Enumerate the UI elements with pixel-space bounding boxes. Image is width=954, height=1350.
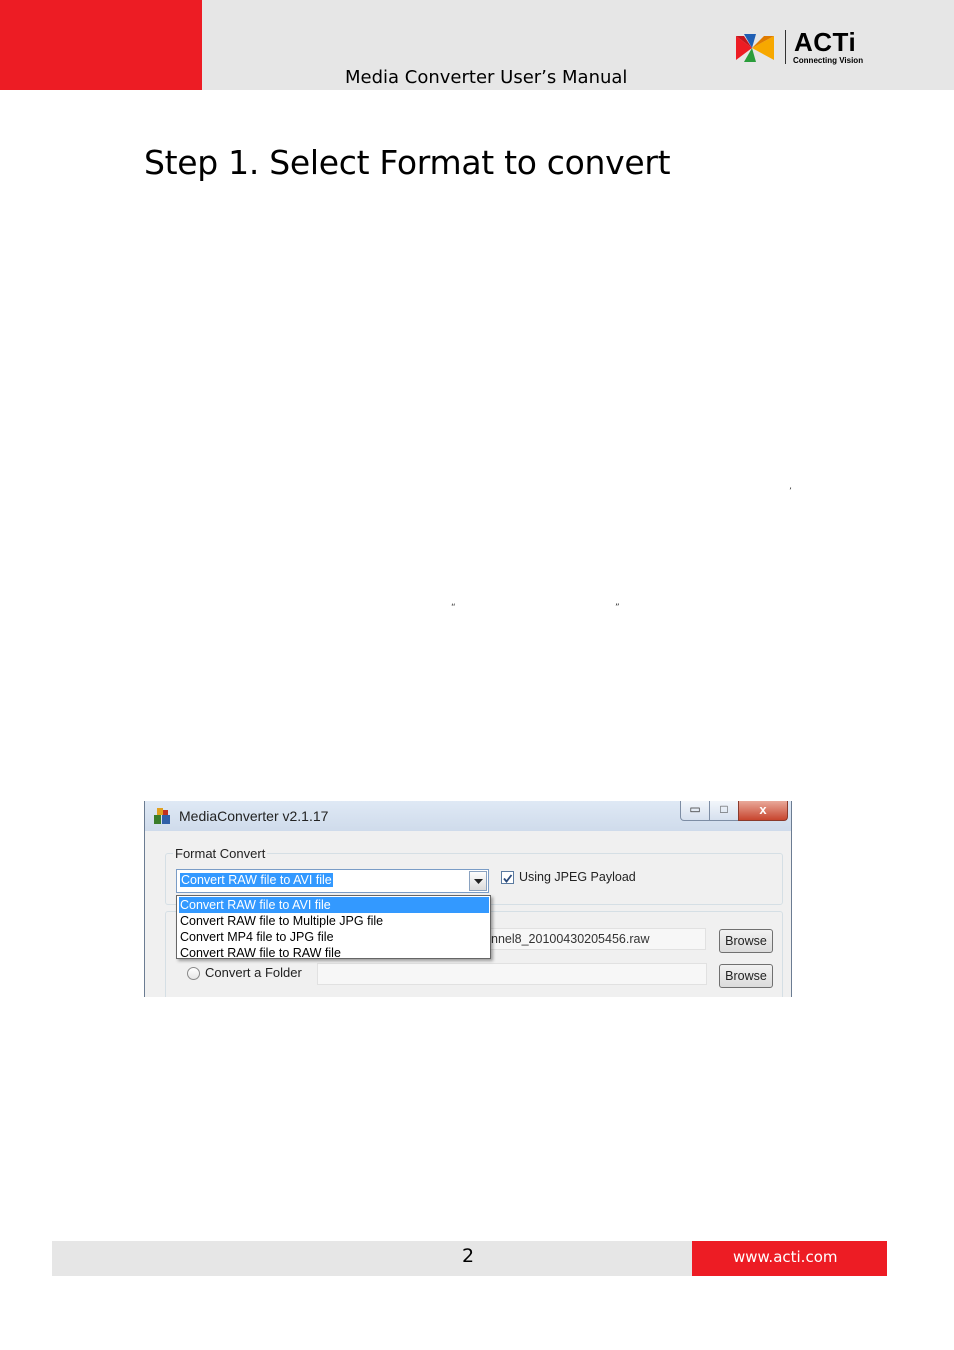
- logo-wordmark: ACTi: [794, 27, 857, 57]
- header-red-block: [0, 0, 202, 90]
- folder-path-field[interactable]: [317, 963, 707, 985]
- close-icon: x: [759, 802, 767, 817]
- browse-folder-button[interactable]: Browse: [719, 964, 773, 988]
- format-option-raw-to-raw[interactable]: Convert RAW file to RAW file: [179, 945, 489, 961]
- format-dropdown-list: Convert RAW file to AVI file Convert RAW…: [176, 895, 491, 961]
- format-select-dropdown-button[interactable]: [469, 871, 487, 891]
- browse-file-button[interactable]: Browse: [719, 929, 773, 953]
- source-file-path: nnel8_20100430205456.raw: [491, 932, 650, 946]
- window-titlebar[interactable]: MediaConverter v2.1.17 ▭ □ x: [145, 801, 791, 831]
- minimize-button[interactable]: ▭: [680, 801, 710, 821]
- footer-band: [52, 1241, 692, 1276]
- chevron-down-icon: [474, 879, 483, 884]
- format-option-raw-to-jpg[interactable]: Convert RAW file to Multiple JPG file: [179, 913, 489, 929]
- stray-close-quote: ”: [615, 603, 620, 613]
- minimize-icon: ▭: [689, 802, 701, 816]
- window-title: MediaConverter v2.1.17: [179, 808, 329, 824]
- website-link[interactable]: www.acti.com: [733, 1248, 838, 1266]
- stray-comma: ’: [789, 487, 792, 497]
- manual-title: Media Converter User’s Manual: [345, 67, 628, 88]
- maximize-button[interactable]: □: [709, 801, 739, 821]
- stray-open-quote: “: [451, 603, 456, 613]
- format-select-value: Convert RAW file to AVI file: [179, 872, 334, 888]
- convert-folder-label: Convert a Folder: [205, 965, 302, 980]
- app-icon: [154, 808, 170, 824]
- close-button[interactable]: x: [738, 801, 788, 821]
- format-convert-group-label: Format Convert: [173, 846, 268, 861]
- logo-divider: [785, 30, 786, 64]
- section-heading: Step 1. Select Format to convert: [144, 143, 671, 182]
- maximize-icon: □: [720, 802, 728, 816]
- page-number: 2: [462, 1245, 475, 1267]
- logo-tagline: Connecting Vision: [793, 56, 864, 65]
- jpeg-payload-label: Using JPEG Payload: [519, 870, 636, 884]
- media-converter-window: MediaConverter v2.1.17 ▭ □ x Format Conv…: [144, 801, 792, 997]
- format-option-mp4-to-jpg[interactable]: Convert MP4 file to JPG file: [179, 929, 489, 945]
- checkmark-icon: [503, 874, 513, 883]
- format-select[interactable]: Convert RAW file to AVI file: [176, 869, 489, 893]
- format-option-raw-to-avi[interactable]: Convert RAW file to AVI file: [179, 897, 489, 913]
- convert-folder-radio[interactable]: [187, 967, 200, 980]
- jpeg-payload-checkbox[interactable]: [501, 871, 514, 884]
